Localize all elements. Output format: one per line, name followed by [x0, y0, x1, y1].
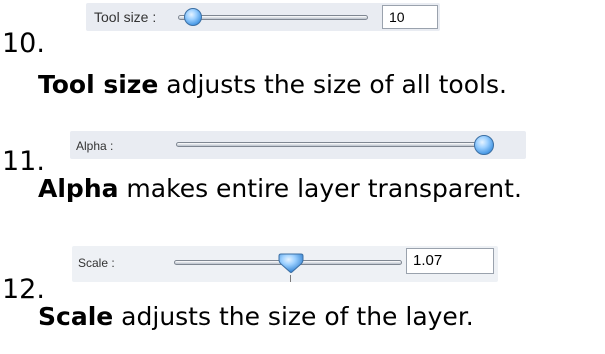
alpha-slider-knob[interactable]	[474, 135, 494, 155]
tool-size-explanation: adjusts the size of all tools.	[158, 70, 507, 99]
alpha-label: Alpha :	[76, 139, 114, 153]
alpha-description: Alpha makes entire layer transparent.	[38, 176, 522, 201]
term-tool-size: Tool size	[38, 70, 159, 99]
step-number: 10.	[2, 28, 45, 59]
tool-size-label: Tool size :	[94, 9, 157, 25]
tool-size-value-field[interactable]: 10	[382, 5, 438, 29]
tool-size-control: Tool size : 10	[86, 3, 440, 31]
scale-center-tick	[290, 275, 291, 282]
scale-explanation: adjusts the size of the layer.	[113, 302, 474, 331]
step-number: 11.	[2, 146, 45, 177]
alpha-control: Alpha :	[70, 131, 526, 159]
slider-knob-icon[interactable]	[278, 252, 304, 274]
scale-control: Scale : 1.07	[72, 246, 498, 282]
tool-size-slider-knob[interactable]	[184, 8, 202, 26]
scale-description: Scale adjusts the size of the layer.	[38, 304, 474, 329]
term-alpha: Alpha	[38, 174, 119, 203]
scale-label: Scale :	[78, 256, 115, 270]
tool-size-slider-track[interactable]	[178, 15, 368, 20]
scale-value-field[interactable]: 1.07	[406, 248, 494, 274]
alpha-slider-track[interactable]	[176, 142, 494, 147]
tool-size-description: Tool size adjusts the size of all tools.	[38, 72, 507, 97]
step-number: 12.	[2, 274, 45, 305]
term-scale: Scale	[38, 302, 114, 331]
alpha-explanation: makes entire layer transparent.	[118, 174, 522, 203]
